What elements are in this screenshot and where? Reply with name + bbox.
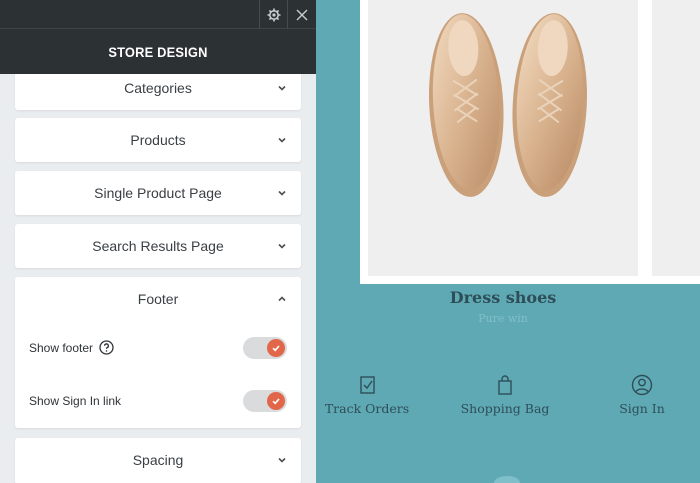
track-orders-icon: [360, 376, 375, 394]
settings-button[interactable]: [259, 0, 287, 29]
close-icon: [296, 9, 307, 20]
preview-left-strip: [316, 0, 360, 284]
footer-link-label: Track Orders: [324, 401, 410, 416]
toggle-knob: [267, 338, 285, 357]
dress-shoes-image: [428, 13, 588, 197]
section-footer[interactable]: Footer Show footer Show Sign In link: [15, 277, 301, 428]
product-card[interactable]: [360, 0, 646, 284]
show-footer-label: Show footer: [29, 340, 94, 355]
chevron-down-icon[interactable]: [277, 188, 287, 198]
section-title: Products: [130, 132, 186, 148]
footer-link-shopping-bag[interactable]: Shopping Bag: [450, 374, 560, 418]
show-sign-in-label: Show Sign In link: [29, 393, 122, 408]
show-footer-toggle[interactable]: [243, 336, 287, 359]
section-header[interactable]: Search Results Page: [15, 224, 301, 268]
product-image-next[interactable]: [652, 0, 700, 276]
chevron-down-icon[interactable]: [277, 83, 287, 93]
toggle-knob: [267, 391, 285, 410]
product-name[interactable]: Dress shoes: [360, 288, 646, 307]
footer-link-sign-in[interactable]: Sign In: [587, 374, 697, 418]
section-search-results-page[interactable]: Search Results Page: [15, 224, 301, 268]
chevron-down-icon[interactable]: [277, 241, 287, 251]
gear-icon: [267, 8, 280, 21]
sign-in-user-icon: [631, 374, 653, 396]
close-button[interactable]: [287, 0, 315, 29]
checkmark-icon: [272, 397, 280, 404]
checkmark-icon: [272, 344, 280, 351]
scroll-indicator: [494, 476, 520, 483]
section-title: Single Product Page: [94, 185, 222, 201]
panel-header-overlay: STORE DESIGN: [0, 29, 316, 74]
section-single-product-page[interactable]: Single Product Page: [15, 171, 301, 215]
section-title: Spacing: [132, 452, 184, 468]
section-spacing[interactable]: Spacing: [15, 438, 301, 483]
chevron-up-icon[interactable]: [277, 294, 287, 304]
store-design-panel: STORE DESIGN Categories STORE DESIGN Pro…: [0, 0, 316, 483]
question-circle-icon: [99, 340, 114, 355]
section-title: Footer: [137, 291, 179, 307]
panel-title: STORE DESIGN: [108, 43, 208, 60]
section-header[interactable]: Single Product Page: [15, 171, 301, 215]
chevron-down-icon[interactable]: [277, 135, 287, 145]
shopping-bag-icon: [498, 375, 512, 395]
footer-link-track-orders[interactable]: Track Orders: [316, 374, 422, 418]
section-header[interactable]: Products: [15, 118, 301, 162]
footer-link-label: Sign In: [619, 401, 665, 416]
section-header[interactable]: Spacing: [15, 438, 301, 482]
section-header[interactable]: Footer: [15, 277, 301, 321]
product-image[interactable]: [368, 0, 638, 276]
help-icon[interactable]: [99, 340, 114, 355]
store-preview: Dress shoes Pure win Track Orders Shoppi…: [316, 0, 700, 483]
show-footer-row: Show footer: [15, 321, 301, 374]
section-title: Categories: [124, 80, 192, 96]
footer-link-label: Shopping Bag: [460, 401, 550, 416]
section-products[interactable]: Products: [15, 118, 301, 162]
product-card-next[interactable]: [644, 0, 700, 284]
panel-topbar: [0, 0, 316, 29]
chevron-down-icon[interactable]: [277, 455, 287, 465]
section-title: Search Results Page: [92, 238, 224, 254]
show-sign-in-row: Show Sign In link: [15, 374, 301, 427]
show-sign-in-toggle[interactable]: [243, 389, 287, 412]
product-subtitle: Pure win: [478, 312, 528, 325]
